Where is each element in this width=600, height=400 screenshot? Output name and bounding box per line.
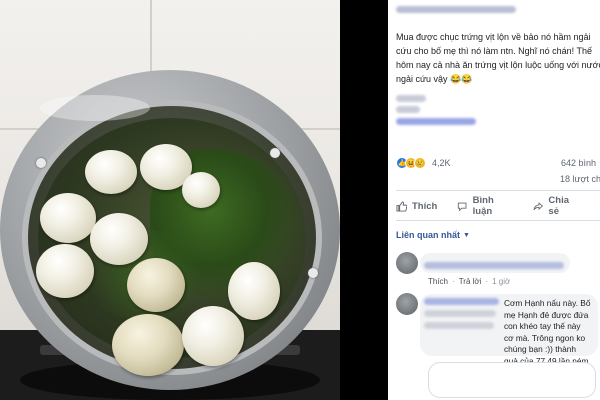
reaction-count[interactable]: 4,2K (432, 158, 451, 168)
egg (36, 244, 94, 298)
avatar[interactable] (396, 252, 418, 274)
comment-button[interactable]: Bình luận (457, 195, 513, 217)
author-name-blurred[interactable] (396, 6, 516, 13)
post-caption: Mua được chục trứng vịt lộn về bảo nó hầ… (396, 32, 600, 84)
reply-box[interactable] (428, 362, 596, 398)
share-count[interactable]: 18 lượt ch (560, 174, 600, 184)
comment-blurred-text (424, 310, 496, 317)
avatar[interactable] (396, 293, 418, 315)
like-thumb-icon (396, 200, 407, 212)
egg (40, 193, 96, 243)
blurred-link[interactable] (396, 118, 476, 125)
post-photo[interactable] (0, 0, 340, 400)
comment-filter-label: Liên quan nhất (396, 230, 460, 240)
post-actions: Thích Bình luận Chia sẻ (396, 195, 600, 217)
egg (112, 314, 184, 376)
post-stats: 👍 😆 😢 4,2K 642 bình (396, 157, 596, 171)
egg (228, 262, 280, 320)
share-button[interactable]: Chia sẻ (533, 195, 580, 217)
commenter-name-blurred[interactable] (424, 298, 499, 305)
comment-like-link[interactable]: Thích (428, 277, 448, 286)
comment-count[interactable]: 642 bình (561, 158, 596, 168)
post-sidebar: Mua được chục trứng vịt lộn về bảo nó hầ… (388, 0, 600, 400)
blurred-text (396, 95, 426, 102)
like-button[interactable]: Thích (396, 201, 437, 212)
share-icon (533, 201, 544, 210)
comment-reply-link[interactable]: Trả lời (459, 277, 482, 286)
chevron-down-icon: ▼ (463, 231, 470, 239)
lightbox-gap (340, 0, 388, 400)
egg (85, 150, 137, 194)
share-button-label: Chia sẻ (548, 195, 570, 217)
pot-rivet (308, 268, 318, 278)
comment-time[interactable]: 1 giờ (492, 277, 510, 286)
egg (90, 213, 148, 265)
blurred-text (396, 106, 420, 113)
reaction-icons[interactable]: 👍 😆 😢 (396, 157, 426, 169)
egg (127, 258, 185, 312)
comment-button-label: Bình luận (472, 195, 494, 217)
comment-icon (458, 202, 467, 211)
steam-reflection (40, 95, 150, 121)
pot-rivet (36, 158, 46, 168)
like-button-label: Thích (412, 200, 438, 212)
screenshot-root: Mua được chục trứng vịt lộn về bảo nó hầ… (0, 0, 600, 400)
sad-icon: 😢 (414, 157, 426, 169)
egg (182, 306, 244, 366)
meta-separator: · (452, 277, 455, 286)
divider (396, 220, 600, 221)
comment-filter-dropdown[interactable]: Liên quan nhất ▼ (396, 230, 470, 240)
divider (396, 190, 600, 191)
egg (182, 172, 220, 208)
comment-blurred-text (424, 322, 494, 329)
comment-meta: Thích · Trả lời · 1 giờ (428, 277, 510, 286)
meta-separator: · (485, 277, 489, 286)
pot-rivet (270, 148, 280, 158)
comment-blurred-text (424, 262, 564, 269)
